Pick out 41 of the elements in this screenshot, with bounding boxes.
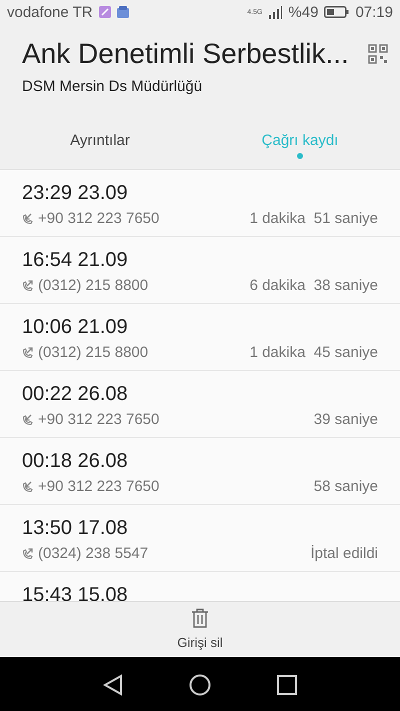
incoming-call-icon bbox=[22, 480, 34, 492]
recents-icon[interactable] bbox=[277, 674, 297, 694]
call-datetime: 00:18 26.08 bbox=[22, 450, 128, 473]
call-duration: 58 saniye bbox=[314, 478, 378, 495]
trash-icon bbox=[191, 608, 209, 628]
call-datetime: 15:43 15.08 bbox=[22, 584, 128, 601]
call-duration: 1 dakika 45 saniye bbox=[250, 344, 378, 361]
delete-entry-button[interactable]: Girişi sil bbox=[169, 602, 231, 657]
back-icon[interactable] bbox=[103, 674, 123, 696]
phone-number: +90 312 223 7650 bbox=[38, 411, 160, 428]
phone-number: (0312) 215 8800 bbox=[38, 277, 148, 294]
signal-icon bbox=[268, 5, 282, 19]
call-datetime: 13:50 17.08 bbox=[22, 517, 128, 540]
call-datetime: 23:29 23.09 bbox=[22, 182, 128, 205]
contact-name: Ank Denetimli Serbestlik... bbox=[22, 38, 349, 70]
call-datetime: 16:54 21.09 bbox=[22, 249, 128, 272]
call-datetime: 00:22 26.08 bbox=[22, 383, 128, 406]
outgoing-call-icon bbox=[22, 280, 34, 292]
incoming-call-icon bbox=[22, 414, 34, 426]
call-duration: 6 dakika 38 saniye bbox=[250, 277, 378, 294]
tab[interactable]: Ayrıntılar bbox=[0, 132, 200, 168]
call-duration: İptal edildi bbox=[310, 545, 378, 562]
phone-number: (0312) 215 8800 bbox=[38, 344, 148, 361]
home-icon[interactable] bbox=[189, 674, 211, 696]
phone-number: (0324) 238 5547 bbox=[38, 545, 148, 562]
call-duration: 1 dakika 51 saniye bbox=[250, 210, 378, 227]
app-icon bbox=[98, 6, 111, 18]
store-icon bbox=[116, 6, 129, 18]
carrier-name: vodafone TR bbox=[7, 4, 93, 20]
qr-code-icon[interactable] bbox=[368, 44, 388, 64]
contact-organization: DSM Mersin Ds Müdürlüğü bbox=[22, 78, 202, 95]
outgoing-call-icon bbox=[22, 548, 34, 560]
clock-time: 07:19 bbox=[355, 4, 393, 20]
call-datetime: 10:06 21.09 bbox=[22, 316, 128, 339]
phone-number: +90 312 223 7650 bbox=[38, 210, 160, 227]
incoming-call-icon bbox=[22, 212, 34, 224]
battery-icon bbox=[324, 6, 350, 18]
call-duration: 39 saniye bbox=[314, 411, 378, 428]
phone-number: +90 312 223 7650 bbox=[38, 478, 160, 495]
outgoing-call-icon bbox=[22, 346, 34, 358]
battery-percent: %49 bbox=[288, 4, 318, 20]
